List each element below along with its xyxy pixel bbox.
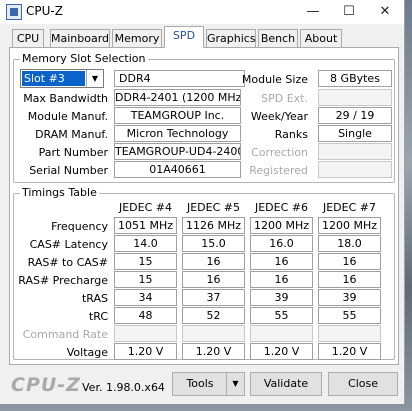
timing-cell: 18.0 bbox=[318, 235, 381, 252]
timing-cell: 14.0 bbox=[114, 235, 177, 252]
timing-cell bbox=[182, 325, 245, 342]
close-button[interactable]: Close bbox=[328, 372, 398, 396]
timing-cell: 16 bbox=[318, 253, 381, 270]
timing-cell: 39 bbox=[318, 289, 381, 306]
timing-cell: 1200 MHz bbox=[318, 217, 381, 234]
timing-cell: 15.0 bbox=[182, 235, 245, 252]
title-bar: CPU-Z — ☐ ✕ bbox=[0, 0, 404, 24]
tab-cpu[interactable]: CPU bbox=[12, 29, 44, 47]
tools-dropdown-arrow[interactable]: ▼ bbox=[226, 372, 245, 396]
maximize-button[interactable]: ☐ bbox=[336, 2, 362, 22]
slot-select-value: Slot #3 bbox=[22, 71, 85, 86]
correction-field bbox=[318, 143, 392, 160]
tab-spd[interactable]: SPD bbox=[164, 26, 204, 48]
timing-cell bbox=[114, 325, 177, 342]
module-manuf-field: TEAMGROUP Inc. bbox=[114, 107, 241, 124]
timing-cell: 52 bbox=[182, 307, 245, 324]
timing-cell: 1200 MHz bbox=[250, 217, 313, 234]
cpuz-logo: CPU-Z bbox=[11, 374, 81, 396]
timing-cell: 55 bbox=[250, 307, 313, 324]
timing-cell: 34 bbox=[114, 289, 177, 306]
memory-slot-group-title: Memory Slot Selection bbox=[20, 52, 148, 65]
timing-cell: 48 bbox=[114, 307, 177, 324]
timing-cell: 1126 MHz bbox=[182, 217, 245, 234]
timing-cell: 15 bbox=[114, 253, 177, 270]
column-header: JEDEC #7 bbox=[322, 201, 376, 214]
timing-row-label: Command Rate bbox=[22, 328, 108, 341]
memory-slot-group: Memory Slot Selection Slot #3 ▼ DDR4 Mod… bbox=[13, 52, 395, 183]
timing-row-label: RAS# Precharge bbox=[18, 274, 108, 287]
ranks-label: Ranks bbox=[274, 128, 308, 141]
validate-button[interactable]: Validate bbox=[250, 372, 322, 396]
spd-ext-label: SPD Ext. bbox=[261, 92, 308, 105]
part-number-field: TEAMGROUP-UD4-2400 bbox=[114, 143, 241, 160]
timing-cell: 1.20 V bbox=[182, 343, 245, 360]
timing-cell: 16.0 bbox=[250, 235, 313, 252]
column-header: JEDEC #4 bbox=[118, 201, 172, 214]
timing-cell: 16 bbox=[182, 271, 245, 288]
timing-row-label: CAS# Latency bbox=[29, 238, 108, 251]
spd-panel: Memory Slot Selection Slot #3 ▼ DDR4 Mod… bbox=[9, 47, 399, 365]
timing-cell: 16 bbox=[250, 271, 313, 288]
module-size-label: Module Size bbox=[241, 73, 308, 86]
ranks-field: Single bbox=[318, 125, 392, 142]
timing-row-label: Voltage bbox=[66, 346, 108, 359]
tab-mainboard[interactable]: Mainboard bbox=[50, 29, 110, 47]
timing-cell bbox=[250, 325, 313, 342]
spd-ext-field bbox=[318, 89, 392, 106]
timing-cell: 16 bbox=[318, 271, 381, 288]
registered-field bbox=[318, 161, 392, 178]
dram-manuf-label: DRAM Manuf. bbox=[35, 128, 108, 141]
memory-type-field: DDR4 bbox=[114, 70, 245, 87]
tab-graphics[interactable]: Graphics bbox=[206, 29, 256, 47]
version-text: Ver. 1.98.0.x64 bbox=[82, 381, 165, 394]
tab-about[interactable]: About bbox=[300, 29, 342, 47]
serial-number-label: Serial Number bbox=[29, 164, 108, 177]
cpuz-window: CPU-Z — ☐ ✕ CPU Mainboard Memory SPD Gra… bbox=[0, 0, 405, 404]
timing-cell: 39 bbox=[250, 289, 313, 306]
timing-cell: 55 bbox=[318, 307, 381, 324]
timing-cell: 37 bbox=[182, 289, 245, 306]
timing-cell: 1.20 V bbox=[114, 343, 177, 360]
module-manuf-label: Module Manuf. bbox=[27, 110, 108, 123]
module-size-field: 8 GBytes bbox=[318, 70, 392, 87]
timings-group-title: Timings Table bbox=[20, 186, 99, 199]
part-number-label: Part Number bbox=[38, 146, 108, 159]
timing-row-label: tRC bbox=[88, 310, 108, 323]
week-year-label: Week/Year bbox=[250, 110, 308, 123]
column-header: JEDEC #6 bbox=[254, 201, 308, 214]
tab-memory[interactable]: Memory bbox=[112, 29, 162, 47]
close-window-button[interactable]: ✕ bbox=[372, 2, 398, 22]
dram-manuf-field: Micron Technology bbox=[114, 125, 241, 142]
timings-group: Timings Table JEDEC #4 JEDEC #5 JEDEC #6… bbox=[13, 186, 395, 360]
registered-label: Registered bbox=[249, 164, 308, 177]
timing-row-label: tRAS bbox=[81, 292, 108, 305]
column-header: JEDEC #5 bbox=[186, 201, 240, 214]
minimize-button[interactable]: — bbox=[300, 2, 326, 22]
chevron-down-icon: ▼ bbox=[232, 379, 239, 388]
timing-cell: 16 bbox=[250, 253, 313, 270]
max-bandwidth-label: Max Bandwidth bbox=[23, 92, 108, 105]
tools-button[interactable]: Tools bbox=[172, 372, 228, 396]
serial-number-field: 01A40661 bbox=[114, 161, 241, 178]
timing-cell: 15 bbox=[114, 271, 177, 288]
timing-cell: 1.20 V bbox=[318, 343, 381, 360]
cpuz-app-icon bbox=[6, 4, 22, 20]
week-year-field: 29 / 19 bbox=[318, 107, 392, 124]
chevron-down-icon: ▼ bbox=[86, 70, 103, 87]
max-bandwidth-field: DDR4-2401 (1200 MHz) bbox=[114, 89, 241, 106]
tab-bench[interactable]: Bench bbox=[258, 29, 298, 47]
timing-cell bbox=[318, 325, 381, 342]
timing-row-label: Frequency bbox=[51, 220, 108, 233]
window-title: CPU-Z bbox=[26, 4, 63, 18]
timing-cell: 1051 MHz bbox=[114, 217, 177, 234]
footer-bar: CPU-Z Ver. 1.98.0.x64 Tools ▼ Validate C… bbox=[0, 366, 404, 404]
slot-select[interactable]: Slot #3 ▼ bbox=[20, 69, 104, 88]
timing-cell: 16 bbox=[182, 253, 245, 270]
timing-row-label: RAS# to CAS# bbox=[27, 256, 108, 269]
correction-label: Correction bbox=[251, 146, 308, 159]
timing-cell: 1.20 V bbox=[250, 343, 313, 360]
